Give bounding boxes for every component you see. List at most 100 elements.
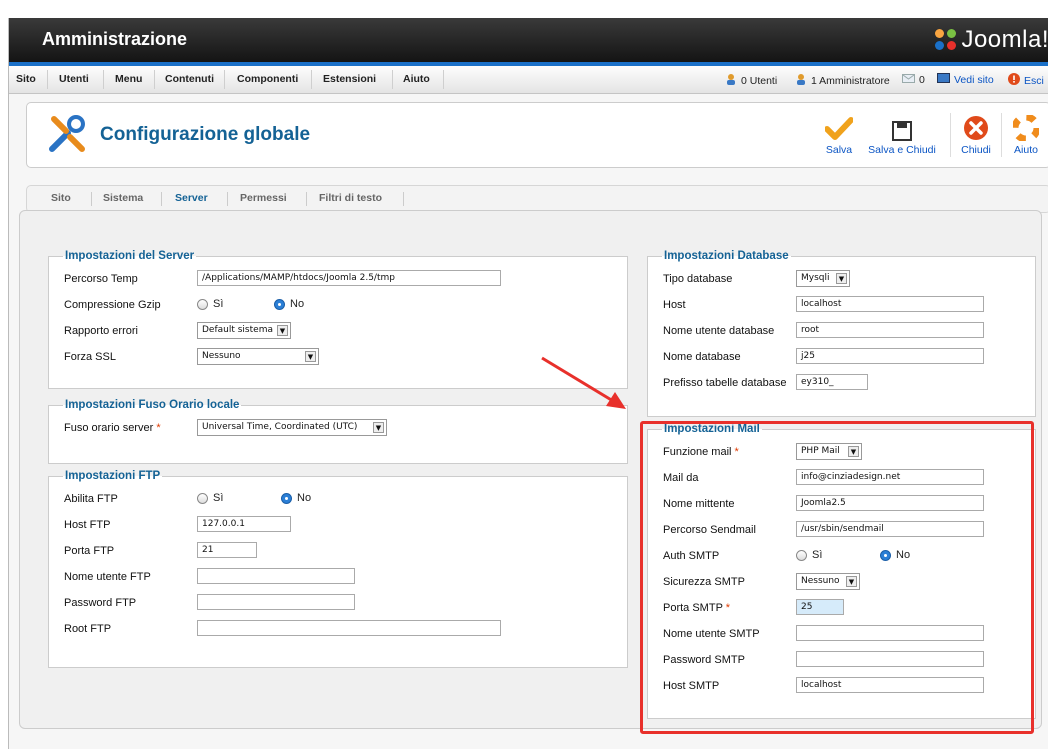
page-toolbar: Configurazione globale Salva Salva e Chi… [26, 102, 1048, 168]
logout-icon [1008, 73, 1020, 88]
ftp-port-row: Porta FTP 21 [64, 542, 624, 564]
tab-divider [403, 192, 404, 206]
menu-menu[interactable]: Menu [115, 73, 142, 85]
timezone-select[interactable]: Universal Time, Coordinated (UTC) ▼ [197, 419, 387, 436]
logout-link[interactable]: Esci [1008, 73, 1044, 88]
ftp-enable-row: Abilita FTP Sì No [64, 492, 312, 505]
menu-sito[interactable]: Sito [16, 73, 36, 85]
checkmark-icon [822, 111, 856, 141]
server-settings-legend: Impostazioni del Server [65, 250, 195, 262]
users-icon [725, 73, 737, 88]
timezone-fieldset: Impostazioni Fuso Orario locale Fuso ora… [48, 399, 628, 464]
menu-componenti[interactable]: Componenti [237, 73, 298, 85]
db-host-row: Host localhost [663, 296, 1033, 318]
menu-divider [311, 70, 312, 89]
ftp-host-input[interactable]: 127.0.0.1 [197, 516, 291, 532]
tab-divider [161, 192, 162, 206]
message-icon [902, 73, 915, 87]
save-button[interactable]: Salva [822, 111, 856, 156]
main-menu: Sito Utenti Menu Contenuti Componenti Es… [9, 66, 1048, 94]
db-name-row: Nome database j25 [663, 348, 1033, 370]
ftp-yes-radio[interactable]: Sì [197, 492, 223, 504]
database-legend: Impostazioni Database [664, 250, 789, 262]
ftp-host-row: Host FTP 127.0.0.1 [64, 516, 624, 538]
gzip-yes-radio[interactable]: Sì [197, 298, 223, 310]
admin-icon [795, 73, 807, 88]
tab-sistema[interactable]: Sistema [103, 192, 143, 204]
temp-path-row: Percorso Temp /Applications/MAMP/htdocs/… [64, 270, 624, 292]
header-title: Amministrazione [42, 29, 188, 49]
status-users[interactable]: 0 Utenti [725, 73, 777, 88]
ftp-user-row: Nome utente FTP [64, 568, 624, 590]
chevron-down-icon: ▼ [305, 351, 316, 362]
ftp-no-radio[interactable]: No [281, 492, 311, 504]
page-title: Configurazione globale [100, 124, 311, 145]
force-ssl-select[interactable]: Nessuno ▼ [197, 348, 319, 365]
chevron-down-icon: ▼ [836, 273, 847, 284]
status-messages[interactable]: 0 [902, 73, 925, 87]
error-reporting-select[interactable]: Default sistema ▼ [197, 322, 291, 339]
menu-utenti[interactable]: Utenti [59, 73, 89, 85]
menu-aiuto[interactable]: Aiuto [403, 73, 430, 85]
db-type-select[interactable]: Mysqli ▼ [796, 270, 850, 287]
tab-divider [227, 192, 228, 206]
database-fieldset: Impostazioni Database Tipo database Mysq… [647, 250, 1036, 417]
admin-header: Amministrazione Joomla! [9, 18, 1048, 62]
lifebuoy-icon [1009, 111, 1043, 141]
tab-divider [306, 192, 307, 206]
config-tabs: Sito Sistema Server Permessi Filtri di t… [26, 185, 1048, 213]
force-ssl-row: Forza SSL Nessuno ▼ [64, 348, 624, 370]
timezone-legend: Impostazioni Fuso Orario locale [65, 399, 240, 411]
chevron-down-icon: ▼ [373, 422, 384, 433]
tab-sito[interactable]: Sito [51, 192, 71, 204]
floppy-disk-icon [861, 111, 943, 141]
db-user-row: Nome utente database root [663, 322, 1033, 344]
temp-path-input[interactable]: /Applications/MAMP/htdocs/Joomla 2.5/tmp [197, 270, 501, 286]
db-type-row: Tipo database Mysqli ▼ [663, 270, 1033, 292]
db-prefix-row: Prefisso tabelle database ey310_ [663, 374, 1033, 396]
db-name-input[interactable]: j25 [796, 348, 984, 364]
config-tools-icon [46, 113, 88, 158]
menu-divider [154, 70, 155, 89]
menu-divider [443, 70, 444, 89]
close-button[interactable]: Chiudi [956, 111, 996, 156]
view-site-link[interactable]: Vedi sito [937, 73, 994, 86]
toolbar-divider [1001, 113, 1002, 157]
ftp-password-row: Password FTP [64, 594, 624, 616]
status-admins[interactable]: 1 Amministratore [795, 73, 890, 88]
gzip-row: Compressione Gzip Sì No [64, 298, 305, 311]
ftp-root-input[interactable] [197, 620, 501, 636]
menu-divider [392, 70, 393, 89]
menu-divider [224, 70, 225, 89]
error-reporting-row: Rapporto errori Default sistema ▼ [64, 322, 624, 344]
ftp-password-input[interactable] [197, 594, 355, 610]
tab-permessi[interactable]: Permessi [240, 192, 287, 204]
close-icon [956, 111, 996, 141]
ftp-user-input[interactable] [197, 568, 355, 584]
save-and-close-button[interactable]: Salva e Chiudi [861, 111, 943, 156]
ftp-fieldset: Impostazioni FTP Abilita FTP Sì No Host … [48, 470, 628, 668]
menu-divider [47, 70, 48, 89]
help-button[interactable]: Aiuto [1009, 111, 1043, 156]
ftp-legend: Impostazioni FTP [65, 470, 161, 482]
joomla-logo-text: Joomla! [961, 26, 1048, 53]
menu-contenuti[interactable]: Contenuti [165, 73, 214, 85]
toolbar-divider [950, 113, 951, 157]
screen-icon [937, 73, 950, 86]
mail-highlight-box [640, 421, 1034, 734]
gzip-no-radio[interactable]: No [274, 298, 304, 310]
joomla-mark-icon [935, 29, 957, 51]
tab-server[interactable]: Server [175, 192, 208, 204]
ftp-port-input[interactable]: 21 [197, 542, 257, 558]
tab-divider [91, 192, 92, 206]
timezone-row: Fuso orario server * Universal Time, Coo… [64, 419, 624, 441]
db-host-input[interactable]: localhost [796, 296, 984, 312]
ftp-root-row: Root FTP [64, 620, 624, 642]
db-user-input[interactable]: root [796, 322, 984, 338]
db-prefix-input[interactable]: ey310_ [796, 374, 868, 390]
chevron-down-icon: ▼ [277, 325, 288, 336]
menu-divider [103, 70, 104, 89]
menu-estensioni[interactable]: Estensioni [323, 73, 376, 85]
joomla-logo: Joomla! [935, 25, 1048, 55]
tab-filtri-di-testo[interactable]: Filtri di testo [319, 192, 382, 204]
